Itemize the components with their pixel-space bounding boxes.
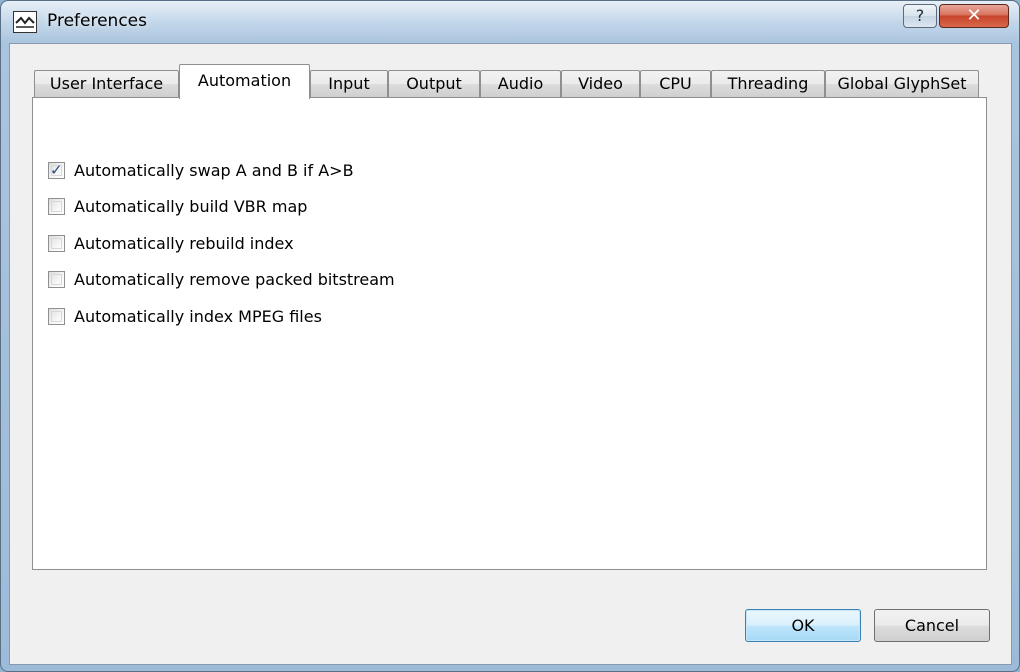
window-title: Preferences (47, 11, 147, 31)
tab-strip: User Interface Automation Input Output A… (34, 64, 994, 99)
tab-video[interactable]: Video (561, 70, 640, 97)
tab-global-glyphset[interactable]: Global GlyphSet (825, 70, 979, 97)
remove-packed-bitstream-checkbox[interactable] (48, 270, 65, 288)
option-remove-packed-bitstream[interactable]: Automatically remove packed bitstream (48, 268, 395, 290)
cancel-button[interactable]: Cancel (874, 609, 990, 642)
close-button[interactable]: ✕ (939, 4, 1009, 28)
dialog-client-area: User Interface Automation Input Output A… (9, 43, 1012, 665)
option-label: Automatically index MPEG files (74, 306, 322, 326)
option-label: Automatically build VBR map (74, 196, 308, 216)
tab-input[interactable]: Input (310, 70, 388, 97)
tab-audio[interactable]: Audio (480, 70, 561, 97)
option-index-mpeg-files[interactable]: Automatically index MPEG files (48, 305, 322, 327)
tab-cpu[interactable]: CPU (640, 70, 711, 97)
option-label: Automatically remove packed bitstream (74, 269, 395, 289)
build-vbr-map-checkbox[interactable] (48, 197, 65, 215)
option-rebuild-index[interactable]: Automatically rebuild index (48, 232, 294, 254)
tab-user-interface[interactable]: User Interface (34, 70, 179, 97)
option-label: Automatically rebuild index (74, 233, 294, 253)
automation-panel: ✓ Automatically swap A and B if A>B Auto… (32, 97, 987, 570)
swap-a-b-checkbox[interactable]: ✓ (48, 160, 65, 179)
ok-button[interactable]: OK (745, 609, 861, 642)
rebuild-index-checkbox[interactable] (48, 234, 65, 252)
tab-output[interactable]: Output (388, 70, 480, 97)
checkmark-icon: ✓ (50, 160, 63, 179)
app-icon (13, 11, 37, 33)
preferences-window: Preferences ? ✕ User Interface Automatio… (0, 0, 1020, 672)
title-bar[interactable]: Preferences ? ✕ (1, 1, 1019, 43)
index-mpeg-files-checkbox[interactable] (48, 307, 65, 325)
help-button[interactable]: ? (903, 4, 937, 28)
tab-automation[interactable]: Automation (179, 64, 310, 99)
option-build-vbr-map[interactable]: Automatically build VBR map (48, 195, 307, 217)
option-label: Automatically swap A and B if A>B (74, 160, 354, 180)
option-swap-a-b[interactable]: ✓ Automatically swap A and B if A>B (48, 159, 354, 181)
tab-threading[interactable]: Threading (711, 70, 825, 97)
